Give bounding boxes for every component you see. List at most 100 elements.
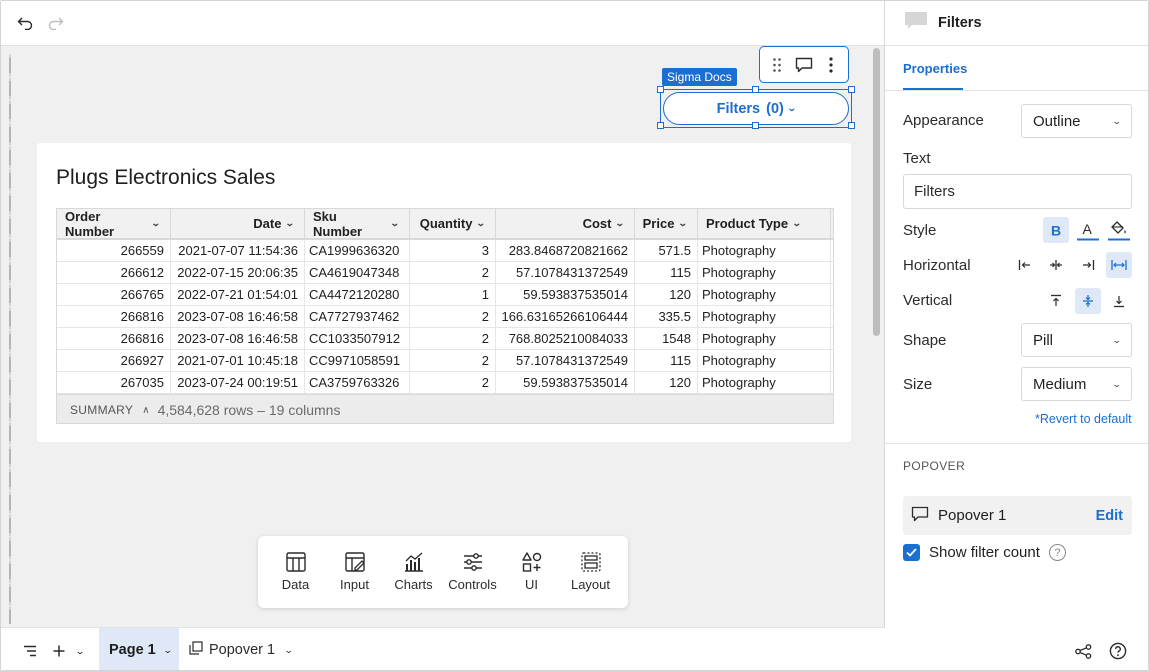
table-cell[interactable]: 59.593837535014 (496, 284, 635, 306)
add-charts-button[interactable]: Charts (384, 536, 443, 608)
resize-handle[interactable] (848, 122, 855, 129)
add-controls-button[interactable]: Controls (443, 536, 502, 608)
resize-handle[interactable] (848, 86, 855, 93)
column-header[interactable]: Order Number ⌄ (57, 209, 171, 239)
tab-properties[interactable]: Properties (903, 61, 967, 76)
redo-icon[interactable] (45, 12, 67, 34)
table-cell[interactable]: 115 (635, 262, 698, 284)
table-element-card[interactable]: Plugs Electronics Sales Order Number ⌄ Da… (37, 143, 851, 442)
table-row[interactable]: 267035 2023-07-24 00:19:51 CA3759763326 2 59… (57, 372, 833, 394)
table-cell[interactable]: Photography (698, 350, 831, 372)
table-cell[interactable]: 57.1078431372549 (496, 262, 635, 284)
add-layout-button[interactable]: Layout (561, 536, 620, 608)
align-right-icon[interactable] (1075, 252, 1101, 278)
table-cell[interactable]: 1548 (635, 328, 698, 350)
add-data-button[interactable]: Data (266, 536, 325, 608)
lineage-icon[interactable] (1072, 640, 1094, 662)
table-row[interactable]: 266927 2021-07-01 10:45:18 CC9971058591 2 57… (57, 350, 833, 372)
resize-handle[interactable] (752, 122, 759, 129)
help-icon[interactable]: ? (1048, 544, 1066, 561)
table-cell[interactable]: 2023-07-08 16:46:58 (171, 306, 305, 328)
chevron-down-icon[interactable]: ⌄ (390, 218, 400, 229)
table-cell[interactable]: 2021-07-01 10:45:18 (171, 350, 305, 372)
table-cell[interactable]: 57.1078431372549 (496, 350, 635, 372)
table-cell[interactable]: 2 (410, 372, 496, 394)
table-cell[interactable]: CA4619047348 (305, 262, 410, 284)
text-color-icon[interactable]: A (1075, 217, 1101, 243)
column-header[interactable]: Cost ⌄ (496, 209, 635, 238)
undo-icon[interactable] (14, 12, 36, 34)
table-cell[interactable]: 768.8025210084033 (496, 328, 635, 350)
align-bottom-icon[interactable] (1106, 288, 1132, 314)
align-top-icon[interactable] (1043, 288, 1069, 314)
table-row[interactable]: 266765 2022-07-21 01:54:01 CA4472120280 1 59… (57, 284, 833, 306)
table-cell[interactable]: Photography (698, 328, 831, 350)
table-cell[interactable]: CA3759763326 (305, 372, 410, 394)
appearance-select[interactable]: Outline ⌄ (1021, 104, 1132, 138)
resize-handle[interactable] (657, 86, 664, 93)
table-cell[interactable]: 115 (635, 350, 698, 372)
table-row[interactable]: 266816 2023-07-08 16:46:58 CA7727937462 2 16… (57, 306, 833, 328)
tab-page-1[interactable]: Page 1 ⌄ (99, 628, 179, 670)
column-header[interactable]: Quantity ⌄ (410, 209, 496, 238)
add-ui-button[interactable]: UI (502, 536, 561, 608)
table-cell[interactable]: 2022-07-21 01:54:01 (171, 284, 305, 306)
align-left-icon[interactable] (1012, 252, 1038, 278)
table-cell[interactable]: CA7727937462 (305, 306, 410, 328)
table-cell[interactable]: 2 (410, 328, 496, 350)
column-header[interactable]: Price ⌄ (635, 209, 698, 238)
comment-icon[interactable] (793, 54, 815, 76)
table-cell[interactable]: 335.5 (635, 306, 698, 328)
canvas-scrollbar[interactable] (873, 48, 880, 336)
resize-handle[interactable] (657, 122, 664, 129)
size-select[interactable]: Medium ⌄ (1021, 367, 1132, 401)
table-cell[interactable]: 2 (410, 306, 496, 328)
tab-popover-1[interactable]: Popover 1 ⌄ (179, 628, 301, 670)
align-stretch-icon[interactable] (1106, 252, 1132, 278)
chevron-down-icon[interactable]: ⌄ (285, 218, 295, 229)
table-cell[interactable]: 2023-07-08 16:46:58 (171, 328, 305, 350)
chevron-down-icon[interactable]: ⌄ (678, 218, 688, 229)
table-cell[interactable]: 283.8468720821662 (496, 240, 635, 262)
chevron-down-icon[interactable]: ⌄ (476, 218, 486, 229)
table-cell[interactable]: 1 (410, 284, 496, 306)
show-filter-count-checkbox[interactable] (903, 544, 920, 561)
table-cell[interactable]: 267035 (57, 372, 171, 394)
align-middle-icon[interactable] (1075, 288, 1101, 314)
more-vertical-icon[interactable] (820, 54, 842, 76)
table-cell[interactable]: 571.5 (635, 240, 698, 262)
chevron-down-icon[interactable]: ⌄ (284, 645, 294, 656)
resize-handle[interactable] (752, 86, 759, 93)
table-cell[interactable]: 120 (635, 372, 698, 394)
table-cell[interactable]: 266816 (57, 306, 171, 328)
add-input-button[interactable]: Input (325, 536, 384, 608)
column-header[interactable]: Product Type ⌄ (698, 209, 831, 238)
drag-handle-icon[interactable] (766, 54, 788, 76)
table-cell[interactable]: Photography (698, 284, 831, 306)
bold-icon[interactable]: B (1043, 217, 1069, 243)
table-cell[interactable]: 2022-07-15 20:06:35 (171, 262, 305, 284)
table-cell[interactable]: 266816 (57, 328, 171, 350)
table-cell[interactable]: 266927 (57, 350, 171, 372)
table-cell[interactable]: Photography (698, 372, 831, 394)
table-cell[interactable]: CA1999636320 (305, 240, 410, 262)
shape-select[interactable]: Pill ⌄ (1021, 323, 1132, 357)
add-page-icon[interactable] (50, 640, 68, 662)
summary-toggle[interactable]: SUMMARY (70, 403, 133, 417)
chevron-down-icon[interactable]: ⌄ (151, 218, 161, 229)
edit-popover-button[interactable]: Edit (1096, 508, 1123, 524)
chevron-down-icon[interactable]: ⌄ (70, 640, 91, 662)
table-row[interactable]: 266612 2022-07-15 20:06:35 CA4619047348 2 57… (57, 262, 833, 284)
fill-color-icon[interactable] (1106, 217, 1132, 243)
table-cell[interactable]: 2021-07-07 11:54:36 (171, 240, 305, 262)
filters-button[interactable]: Filters (0) ⌄ (663, 92, 849, 125)
table-cell[interactable]: Photography (698, 240, 831, 262)
table-cell[interactable]: 2023-07-24 00:19:51 (171, 372, 305, 394)
chevron-up-icon[interactable]: ∧ (142, 405, 149, 416)
table-cell[interactable]: CC9971058591 (305, 350, 410, 372)
table-cell[interactable]: 266612 (57, 262, 171, 284)
chevron-down-icon[interactable]: ⌄ (163, 645, 173, 656)
column-header[interactable]: Date ⌄ (171, 209, 305, 238)
page-list-icon[interactable] (19, 640, 41, 662)
column-header[interactable]: Sku Number ⌄ (305, 209, 410, 239)
